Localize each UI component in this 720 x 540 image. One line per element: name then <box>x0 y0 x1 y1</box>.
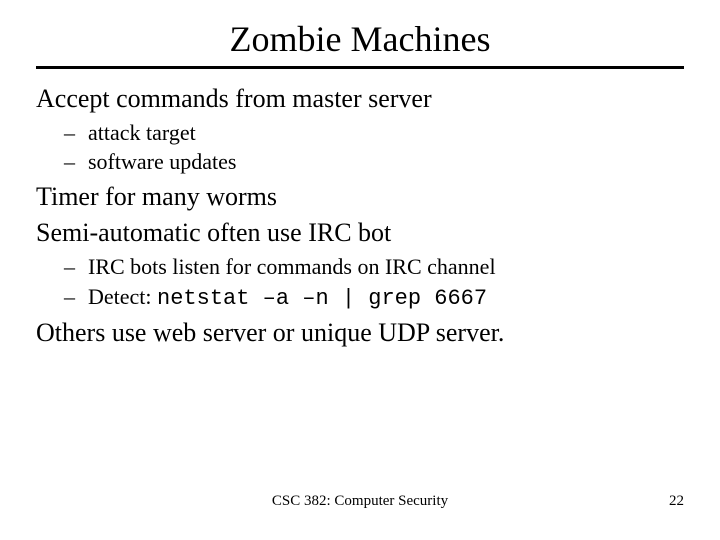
bullet-main: Accept commands from master server <box>36 83 684 116</box>
footer-course: CSC 382: Computer Security <box>272 493 448 510</box>
slide-body: Accept commands from master server attac… <box>36 83 684 350</box>
footer-page-number: 22 <box>669 493 684 510</box>
slide: Zombie Machines Accept commands from mas… <box>0 0 720 540</box>
bullet-main: Semi-automatic often use IRC bot <box>36 217 684 250</box>
bullet-sub: software updates <box>88 147 684 177</box>
bullet-main: Others use web server or unique UDP serv… <box>36 317 684 350</box>
bullet-sub: IRC bots listen for commands on IRC chan… <box>88 252 684 282</box>
detect-label: Detect: <box>88 284 157 309</box>
slide-footer: CSC 382: Computer Security 22 <box>0 493 720 510</box>
slide-title: Zombie Machines <box>36 18 684 60</box>
detect-command: netstat –a –n | grep 6667 <box>157 286 487 311</box>
title-underline <box>36 66 684 69</box>
bullet-sub: Detect: netstat –a –n | grep 6667 <box>88 282 684 314</box>
bullet-sub: attack target <box>88 118 684 148</box>
bullet-main: Timer for many worms <box>36 181 684 214</box>
